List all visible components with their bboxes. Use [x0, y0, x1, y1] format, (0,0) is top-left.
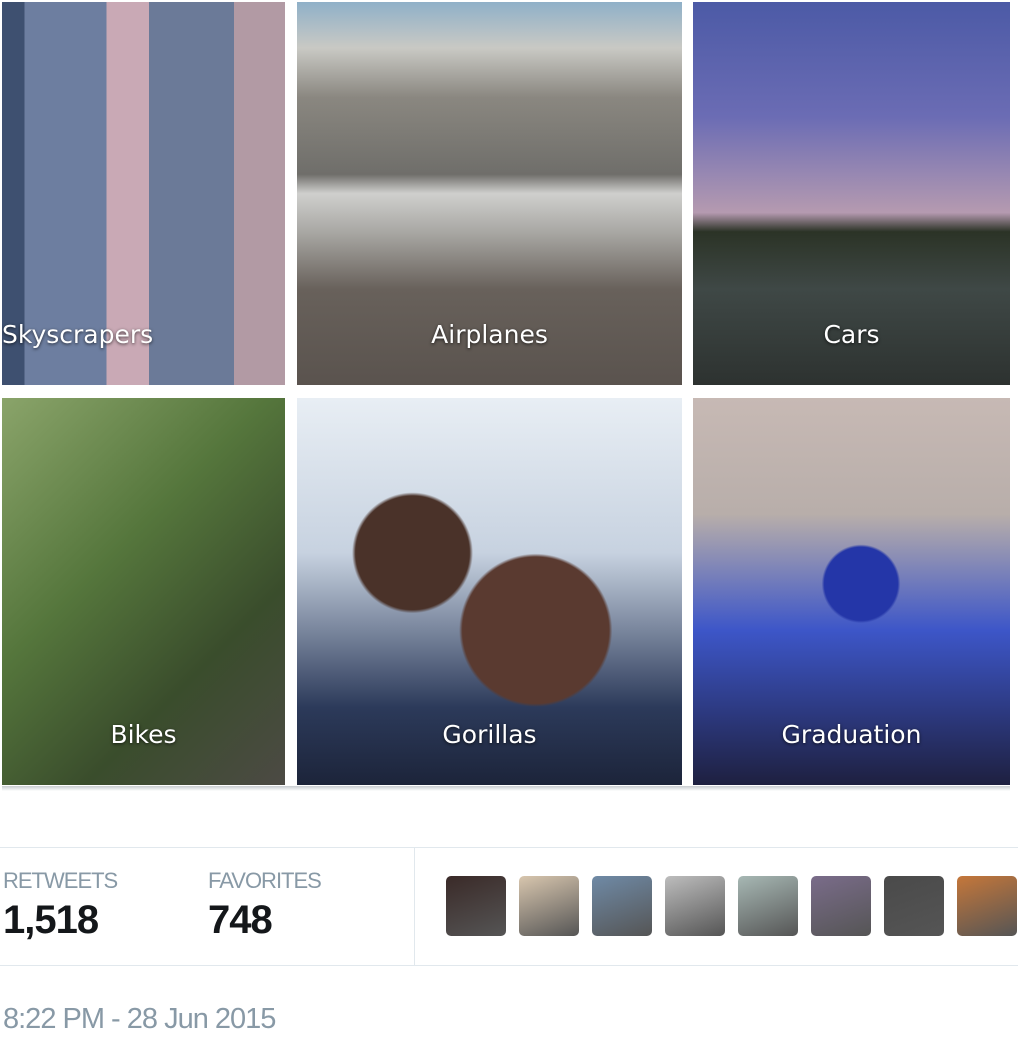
- favorites-label: FAVORITES: [208, 868, 322, 893]
- photo-tile-airplanes[interactable]: Airplanes: [297, 2, 682, 385]
- avatar[interactable]: [738, 876, 798, 936]
- avatar[interactable]: [665, 876, 725, 936]
- tile-label: Cars: [823, 320, 880, 349]
- retweets-count: 1,518: [3, 898, 99, 942]
- tweet-timestamp[interactable]: 8:22 PM - 28 Jun 2015: [3, 1003, 276, 1036]
- retweets-stat[interactable]: RETWEETS 1,518: [3, 868, 118, 943]
- avatar[interactable]: [446, 876, 506, 936]
- favorites-count: 748: [208, 898, 273, 942]
- avatar[interactable]: [957, 876, 1017, 936]
- avatar[interactable]: [811, 876, 871, 936]
- media-shadow: [2, 786, 1010, 791]
- tile-label: Gorillas: [442, 720, 537, 749]
- photo-tile-gorillas[interactable]: Gorillas: [297, 398, 682, 785]
- tile-label: Bikes: [110, 720, 177, 749]
- tile-label: Skyscrapers: [2, 320, 154, 349]
- avatar[interactable]: [592, 876, 652, 936]
- avatar[interactable]: [884, 876, 944, 936]
- divider: [414, 847, 415, 965]
- tile-label: Airplanes: [431, 320, 548, 349]
- divider: [0, 847, 1018, 848]
- photo-tile-bikes[interactable]: Bikes: [2, 398, 285, 785]
- photo-tile-graduation[interactable]: Graduation: [693, 398, 1010, 785]
- photo-tile-cars[interactable]: Cars: [693, 2, 1010, 385]
- avatar[interactable]: [519, 876, 579, 936]
- tile-label: Graduation: [781, 720, 922, 749]
- divider: [0, 965, 1018, 966]
- favoriter-avatars: [446, 876, 1017, 936]
- favorites-stat[interactable]: FAVORITES 748: [208, 868, 322, 943]
- photo-tile-skyscrapers[interactable]: Skyscrapers: [2, 2, 285, 385]
- retweets-label: RETWEETS: [3, 868, 118, 893]
